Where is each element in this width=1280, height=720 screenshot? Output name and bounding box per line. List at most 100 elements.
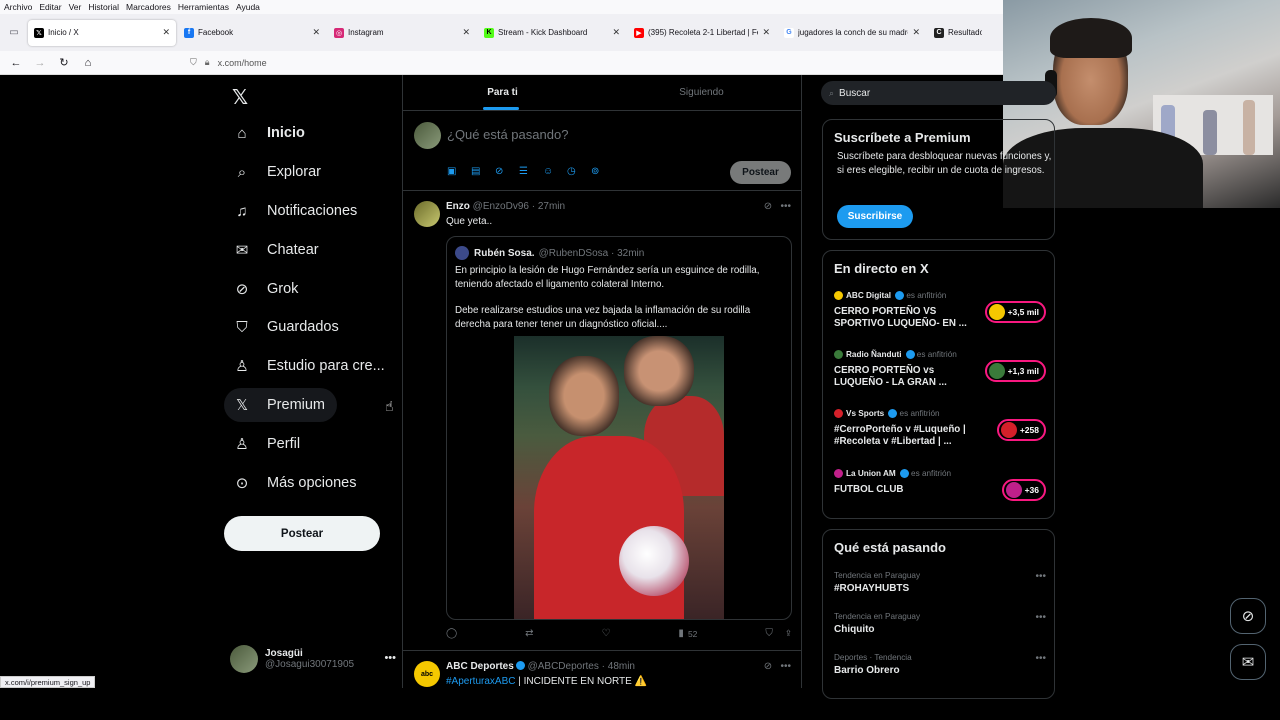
live-listeners-badge[interactable]: +36	[1001, 479, 1046, 501]
grok-icon[interactable]: ⊘	[764, 661, 772, 672]
bell-icon: ♫	[236, 202, 248, 220]
close-icon[interactable]: ✕	[612, 27, 620, 38]
live-item[interactable]: ABC Digital es anfitrión CERRO PORTEÑO V…	[834, 291, 1046, 330]
live-item[interactable]: Vs Sports es anfitrión #CerroPorteño v #…	[834, 409, 1046, 448]
menu-herramientas[interactable]: Herramientas	[178, 2, 229, 12]
messages-float-button[interactable]: ✉	[1230, 644, 1266, 680]
tweet-author[interactable]: Enzo	[446, 201, 470, 212]
menu-editar[interactable]: Editar	[39, 2, 61, 12]
browser-tab[interactable]: C Resultados de	[928, 20, 988, 46]
nav-item-premium[interactable]: 𝕏 Premium	[224, 388, 338, 422]
nav-item-guardados[interactable]: ⛉ Guardados	[224, 310, 351, 344]
poll-icon[interactable]: ☰	[519, 166, 543, 177]
back-icon[interactable]: ←	[4, 57, 28, 69]
reply-icon[interactable]: ◯	[446, 628, 457, 639]
nav-item-mas-opciones[interactable]: ⊙ Más opciones	[224, 466, 368, 500]
host-role: es anfitrión	[916, 350, 957, 359]
browser-tab[interactable]: G jugadores la conch de su madre ✕	[778, 20, 926, 46]
trend-item[interactable]: Tendencia en Paraguay Chiquito •••	[834, 612, 1046, 635]
forward-icon[interactable]: →	[28, 57, 52, 69]
browser-tab[interactable]: K Stream - Kick Dashboard ✕	[478, 20, 626, 46]
gif-icon[interactable]: ▤	[471, 166, 495, 177]
close-icon[interactable]: ✕	[912, 27, 920, 38]
host-name: Radio Ñanduti	[846, 350, 902, 359]
live-item[interactable]: Radio Ñanduti es anfitrión CERRO PORTEÑO…	[834, 350, 1046, 389]
bookmark-icon[interactable]: ⛉	[765, 628, 773, 639]
hashtag-link[interactable]: #AperturaxABC	[446, 676, 515, 687]
live-item[interactable]: La Union AM es anfitrión FUTBOL CLUB +36	[834, 469, 1046, 501]
menu-archivo[interactable]: Archivo	[4, 2, 32, 12]
trend-item[interactable]: Tendencia en Paraguay #ROHAYHUBTS •••	[834, 571, 1046, 594]
like-icon[interactable]: ♡	[602, 628, 611, 639]
grok-float-button[interactable]: ⊘	[1230, 598, 1266, 634]
trend-item[interactable]: Deportes · Tendencia Barrio Obrero •••	[834, 653, 1046, 676]
tab-siguiendo[interactable]: Siguiendo	[602, 75, 801, 110]
more-icon[interactable]: •••	[1035, 571, 1046, 582]
live-listeners-badge[interactable]: +1,3 mil	[984, 360, 1046, 382]
tweet-author[interactable]: ABC Deportes	[446, 661, 514, 672]
grok-icon[interactable]: ⊘	[764, 201, 772, 212]
home-icon[interactable]: ⌂	[76, 57, 100, 69]
shield-icon[interactable]: ⛉	[190, 57, 197, 68]
nav-label: Perfil	[267, 436, 301, 452]
browser-tab[interactable]: ◎ Instagram ✕	[328, 20, 476, 46]
nav-item-perfil[interactable]: ♙ Perfil	[224, 427, 312, 461]
tweet[interactable]: abc ABC Deportes @ABCDeportes · 48min ⊘ …	[403, 651, 801, 688]
tab-list-icon[interactable]: ▭	[0, 19, 28, 47]
live-listeners-badge[interactable]: +258	[996, 419, 1046, 441]
retweet-icon[interactable]: ⇄	[525, 628, 533, 639]
more-icon[interactable]: •••	[1035, 612, 1046, 623]
composer-toolbar: ▣ ▤ ⊘ ☰ ☺ ◷ ⊚	[447, 166, 615, 177]
more-icon[interactable]: •••	[1035, 653, 1046, 664]
subscribe-button[interactable]: Suscribirse	[837, 205, 913, 228]
lock-icon[interactable]: 🔒︎	[205, 57, 210, 68]
nav-item-notificaciones[interactable]: ♫ Notificaciones	[224, 194, 369, 228]
tab-para-ti[interactable]: Para ti	[403, 75, 602, 110]
menu-ayuda[interactable]: Ayuda	[236, 2, 260, 12]
quote-image[interactable]	[514, 336, 724, 619]
share-icon[interactable]: ⇪	[785, 628, 792, 639]
image-icon[interactable]: ▣	[447, 166, 471, 177]
close-icon[interactable]: ✕	[312, 27, 320, 38]
composer-post-button[interactable]: Postear	[730, 161, 791, 184]
search-input[interactable]: ⌕ Buscar	[821, 81, 1056, 105]
schedule-icon[interactable]: ◷	[567, 166, 591, 177]
live-host: ABC Digital es anfitrión	[834, 291, 1046, 300]
browser-tab[interactable]: f Facebook ✕	[178, 20, 326, 46]
tweet[interactable]: Enzo @EnzoDv96 · 27min ⊘ ••• Que yeta.. …	[403, 191, 801, 651]
browser-tab[interactable]: 𝕏 Inicio / X ✕	[28, 19, 176, 46]
nav-item-explorar[interactable]: ⌕ Explorar	[224, 155, 333, 189]
nav-item-inicio[interactable]: ⌂ Inicio	[224, 116, 317, 150]
close-icon[interactable]: ✕	[462, 27, 470, 38]
avatar[interactable]: abc	[414, 661, 440, 687]
composer-input[interactable]: ¿Qué está pasando?	[447, 127, 568, 142]
x-logo-icon[interactable]: 𝕏	[232, 85, 248, 110]
avatar[interactable]	[414, 201, 440, 227]
close-icon[interactable]: ✕	[762, 27, 770, 38]
menu-historial[interactable]: Historial	[88, 2, 119, 12]
close-icon[interactable]: ✕	[162, 27, 170, 38]
location-icon[interactable]: ⊚	[591, 166, 615, 177]
emoji-icon[interactable]: ☺	[543, 166, 567, 177]
nav-item-estudio[interactable]: ♙ Estudio para cre...	[224, 349, 397, 383]
post-button[interactable]: Postear	[224, 516, 380, 551]
url-text[interactable]: x.com/home	[218, 58, 267, 68]
live-listeners-badge[interactable]: +3,5 mil	[984, 301, 1046, 323]
menu-marcadores[interactable]: Marcadores	[126, 2, 171, 12]
grok-icon[interactable]: ⊘	[495, 166, 519, 177]
reload-icon[interactable]: ↻	[52, 56, 76, 69]
webcam-object	[1243, 100, 1255, 155]
tweet-text: #AperturaxABC | INCIDENTE EN NORTE ⚠️	[446, 676, 647, 687]
more-icon[interactable]: •••	[780, 201, 791, 212]
url-bar[interactable]: ⛉ 🔒︎ x.com/home	[190, 57, 267, 68]
more-icon[interactable]: •••	[384, 652, 396, 664]
more-icon[interactable]: •••	[780, 661, 791, 672]
account-switcher[interactable]: Josagüi @Josagui30071905 •••	[230, 643, 396, 675]
nav-item-grok[interactable]: ⊘ Grok	[224, 272, 310, 306]
nav-item-chatear[interactable]: ✉ Chatear	[224, 233, 331, 267]
browser-tab[interactable]: ▶ (395) Recoleta 2-1 Libertad | Fe ✕	[628, 20, 776, 46]
verified-icon	[895, 291, 905, 300]
quoted-tweet[interactable]: Rubén Sosa. @RubenDSosa · 32min En princ…	[446, 236, 792, 620]
views-button[interactable]: ▮ 52	[678, 628, 697, 639]
menu-ver[interactable]: Ver	[69, 2, 82, 12]
